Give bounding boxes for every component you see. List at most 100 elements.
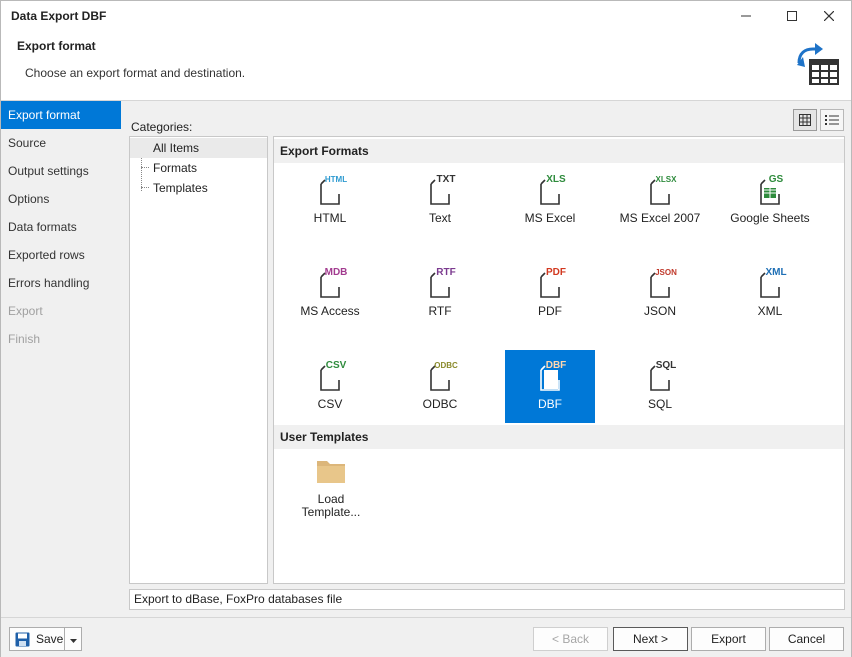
format-tag-odbc: ODBC: [434, 361, 458, 370]
format-tile-ms-access[interactable]: MDB MS Access: [285, 257, 375, 330]
format-tile-html[interactable]: HTML HTML: [285, 164, 375, 237]
format-label: RTF: [428, 304, 452, 318]
group-header-user-templates: User Templates: [274, 425, 844, 449]
categories-tree: All Items Formats Templates: [129, 136, 268, 584]
format-label: DBF: [538, 397, 562, 411]
format-tile-text[interactable]: TXT Text: [395, 164, 485, 237]
nav-item-options[interactable]: Options: [1, 185, 121, 213]
format-tile-odbc[interactable]: ODBC ODBC: [395, 350, 485, 423]
save-dropdown-button[interactable]: [64, 627, 82, 651]
wizard-header: Export format Choose an export format an…: [1, 31, 851, 101]
format-tile-google-sheets[interactable]: GS Google Sheets: [725, 164, 815, 237]
xlsx-file-icon: XLSX: [650, 175, 678, 205]
load-template-tile[interactable]: Load Template...: [286, 451, 376, 521]
save-button[interactable]: Save: [9, 627, 65, 651]
format-tile-csv[interactable]: CSV CSV: [285, 350, 375, 423]
format-label: Text: [428, 211, 451, 225]
category-formats[interactable]: Formats: [130, 158, 267, 178]
format-tile-pdf[interactable]: PDF PDF: [505, 257, 595, 330]
format-label: SQL: [647, 397, 672, 411]
format-tile-sql[interactable]: SQL SQL: [615, 350, 705, 423]
format-tile-ms-excel-2007[interactable]: XLSX MS Excel 2007: [615, 164, 705, 237]
page-subtitle: Choose an export format and destination.: [25, 66, 246, 80]
close-button[interactable]: [806, 1, 852, 31]
json-file-icon: JSON: [650, 268, 677, 298]
mdb-file-icon: MDB: [320, 267, 348, 298]
maximize-icon: [787, 11, 797, 21]
format-label: MS Access: [300, 304, 360, 318]
format-tag-gs: GS: [769, 174, 784, 185]
title-bar: Data Export DBF: [1, 1, 851, 31]
close-icon: [824, 11, 834, 21]
nav-item-export-format[interactable]: Export format: [1, 101, 121, 129]
dbf-file-icon: DBF: [540, 360, 567, 391]
nav-item-output-settings[interactable]: Output settings: [1, 157, 121, 185]
format-label: MS Excel: [524, 211, 576, 225]
export-table-icon: [797, 43, 839, 85]
folder-icon: [317, 461, 345, 483]
nav-item-source[interactable]: Source: [1, 129, 121, 157]
minimize-icon: [741, 15, 751, 17]
wizard-footer: Save < Back Next > Export Cancel: [1, 617, 851, 657]
nav-item-exported-rows[interactable]: Exported rows: [1, 241, 121, 269]
page-title: Export format: [17, 39, 96, 53]
minimize-button[interactable]: [723, 1, 769, 31]
format-tag-json: JSON: [655, 268, 677, 277]
xls-file-icon: XLS: [540, 174, 566, 205]
format-label: JSON: [643, 304, 676, 318]
window-title: Data Export DBF: [11, 9, 107, 23]
nav-item-finish: Finish: [8, 332, 41, 346]
load-template-label-line2: Template...: [301, 505, 361, 519]
categories-label: Categories:: [131, 120, 193, 134]
format-label: MS Excel 2007: [619, 211, 701, 225]
format-tile-xml[interactable]: XML XML: [725, 257, 815, 330]
format-tile-dbf[interactable]: DBF DBF: [505, 350, 595, 423]
format-tag-dbf: DBF: [546, 360, 567, 371]
format-tag-xlsx: XLSX: [656, 175, 678, 184]
rtf-file-icon: RTF: [430, 267, 456, 298]
group-header-export-formats: Export Formats: [274, 139, 844, 163]
chevron-down-icon: [69, 639, 77, 643]
format-description: Export to dBase, FoxPro databases file: [129, 589, 845, 610]
category-all-items[interactable]: All Items: [130, 138, 267, 158]
format-tag-txt: TXT: [437, 174, 456, 185]
format-tag-pdf: PDF: [546, 267, 566, 278]
format-label: HTML: [313, 211, 347, 225]
formats-gallery: Export Formats HTML HTML TXT Text XLS MS Exce…: [273, 136, 845, 584]
cancel-button[interactable]: Cancel: [769, 627, 844, 651]
format-tag-xls: XLS: [546, 174, 566, 185]
sql-file-icon: SQL: [650, 360, 677, 391]
list-view-button[interactable]: [820, 109, 844, 131]
category-templates[interactable]: Templates: [130, 178, 267, 198]
format-tag-html: HTML: [325, 175, 347, 184]
format-tag-sql: SQL: [656, 360, 677, 371]
gs-file-icon: GS: [760, 174, 784, 205]
export-wizard-window: Data Export DBF Export format Choose an …: [0, 0, 852, 657]
format-label: XML: [757, 304, 783, 318]
wizard-nav: Export format Source Output settings Opt…: [1, 101, 121, 617]
format-tag-csv: CSV: [326, 360, 347, 371]
export-button[interactable]: Export: [691, 627, 766, 651]
pdf-file-icon: PDF: [540, 267, 566, 298]
save-icon: [15, 632, 30, 647]
grid-view-button[interactable]: [793, 109, 817, 131]
format-label: Google Sheets: [730, 211, 810, 225]
odbc-file-icon: ODBC: [430, 361, 458, 391]
grid-view-icon: [799, 114, 811, 126]
format-tag-mdb: MDB: [325, 267, 348, 278]
format-tile-rtf[interactable]: RTF RTF: [395, 257, 485, 330]
format-tag-rtf: RTF: [436, 267, 455, 278]
main-panel: Categories: All Items Formats Templates: [121, 101, 851, 617]
html-file-icon: HTML: [320, 175, 347, 205]
format-tag-xml: XML: [765, 267, 786, 278]
nav-item-errors-handling[interactable]: Errors handling: [1, 269, 121, 297]
back-button[interactable]: < Back: [533, 627, 608, 651]
format-tile-ms-excel[interactable]: XLS MS Excel: [505, 164, 595, 237]
list-view-icon: [825, 115, 839, 125]
xml-file-icon: XML: [760, 267, 787, 298]
format-tile-json[interactable]: JSON JSON: [615, 257, 705, 330]
format-label: PDF: [538, 304, 562, 318]
txt-file-icon: TXT: [430, 174, 456, 205]
next-button[interactable]: Next >: [613, 627, 688, 651]
nav-item-data-formats[interactable]: Data formats: [1, 213, 121, 241]
